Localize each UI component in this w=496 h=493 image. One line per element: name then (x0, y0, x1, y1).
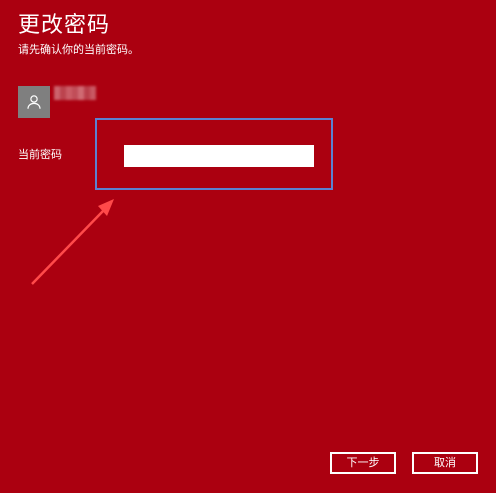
next-button[interactable]: 下一步 (330, 452, 396, 474)
avatar (18, 86, 50, 118)
cancel-button[interactable]: 取消 (412, 452, 478, 474)
account-name-redacted (54, 86, 96, 100)
dialog-title: 更改密码 (18, 13, 111, 38)
current-password-input[interactable] (124, 145, 314, 167)
current-password-label: 当前密码 (18, 148, 62, 161)
annotation-arrow (31, 199, 114, 285)
dialog-subtitle: 请先确认你的当前密码。 (18, 43, 139, 56)
user-icon (27, 95, 41, 109)
